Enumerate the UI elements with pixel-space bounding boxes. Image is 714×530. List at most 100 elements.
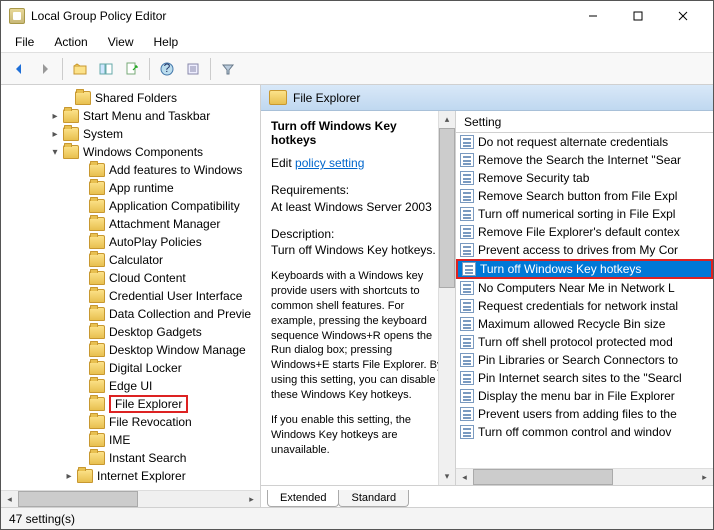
expand-icon[interactable]: ▸ [63,470,75,482]
tree-item[interactable]: File Revocation [3,413,258,431]
tree-item[interactable]: Data Collection and Previe [3,305,258,323]
tree-item[interactable]: ▸System [3,125,258,143]
setting-row[interactable]: Turn off numerical sorting in File Expl [456,205,713,223]
setting-row[interactable]: Pin Internet search sites to the "Searcl [456,369,713,387]
tree-item-label: AutoPlay Policies [109,235,202,249]
edit-policy-link[interactable]: policy setting [295,156,364,170]
tree-item[interactable]: Credential User Interface [3,287,258,305]
tree-item[interactable]: Shared Folders [3,89,258,107]
tree-item[interactable]: Application Compatibility [3,197,258,215]
expand-icon[interactable] [75,452,87,464]
expand-icon[interactable] [75,164,87,176]
list-horizontal-scrollbar[interactable]: ◂ ▸ [456,468,713,485]
tree-item[interactable]: App runtime [3,179,258,197]
expand-icon[interactable] [75,236,87,248]
tree-item[interactable]: Instant Search [3,449,258,467]
back-button[interactable] [7,57,31,81]
setting-row[interactable]: Remove File Explorer's default contex [456,223,713,241]
expand-icon[interactable] [75,272,87,284]
tree-pane[interactable]: Shared Folders▸Start Menu and Taskbar▸Sy… [1,85,261,507]
scroll-left-icon[interactable]: ◂ [1,491,18,507]
forward-button[interactable] [33,57,57,81]
expand-icon[interactable] [75,182,87,194]
tree-item[interactable]: Add features to Windows [3,161,258,179]
menu-view[interactable]: View [100,33,142,51]
tree-item[interactable]: ▸Start Menu and Taskbar [3,107,258,125]
setting-row[interactable]: Remove Search button from File Expl [456,187,713,205]
svg-text:?: ? [164,61,171,75]
tree-item[interactable]: File Explorer [3,395,258,413]
scroll-right-icon[interactable]: ▸ [243,491,260,507]
properties-button[interactable] [181,57,205,81]
expand-icon[interactable] [75,416,87,428]
expand-icon[interactable] [75,434,87,446]
setting-row[interactable]: Maximum allowed Recycle Bin size [456,315,713,333]
tree-item[interactable]: Calculator [3,251,258,269]
menu-file[interactable]: File [7,33,42,51]
scroll-thumb[interactable] [439,128,455,288]
setting-row[interactable]: Turn off common control and windov [456,423,713,441]
tree-item[interactable]: ▾Windows Components [3,143,258,161]
setting-row[interactable]: Turn off shell protocol protected mod [456,333,713,351]
folder-icon [63,109,79,123]
folder-up-button[interactable] [68,57,92,81]
export-list-button[interactable] [120,57,144,81]
expand-icon[interactable] [75,326,87,338]
titlebar: Local Group Policy Editor [1,1,713,31]
expand-icon[interactable] [75,362,87,374]
menu-help[interactable]: Help [146,33,187,51]
tree-item[interactable]: AutoPlay Policies [3,233,258,251]
expand-icon[interactable] [61,92,73,104]
setting-row[interactable]: Request credentials for network instal [456,297,713,315]
tab-extended[interactable]: Extended [267,490,339,507]
maximize-button[interactable] [615,2,660,31]
expand-icon[interactable] [75,398,87,410]
tree-item[interactable]: Attachment Manager [3,215,258,233]
expand-icon[interactable] [75,380,87,392]
setting-label: Remove the Search the Internet "Sear [478,153,681,167]
tree-item[interactable]: ▸Internet Explorer [3,467,258,485]
setting-row[interactable]: Pin Libraries or Search Connectors to [456,351,713,369]
tree-horizontal-scrollbar[interactable]: ◂ ▸ [1,490,260,507]
close-button[interactable] [660,2,705,31]
tree-item[interactable]: IME [3,431,258,449]
help-button[interactable]: ? [155,57,179,81]
tree-item-label: Cloud Content [109,271,186,285]
tree-item-label: Instant Search [109,451,186,465]
expand-icon[interactable] [75,200,87,212]
setting-row[interactable]: Remove the Search the Internet "Sear [456,151,713,169]
scroll-up-icon[interactable]: ▴ [439,111,455,128]
setting-row[interactable]: Turn off Windows Key hotkeys [456,259,713,279]
expand-icon[interactable]: ▾ [49,146,61,158]
setting-row[interactable]: Do not request alternate credentials [456,133,713,151]
expand-icon[interactable] [75,218,87,230]
tab-standard[interactable]: Standard [338,490,409,507]
description-scrollbar[interactable]: ▴ ▾ [438,111,455,485]
settings-column-header[interactable]: Setting [456,111,713,133]
setting-row[interactable]: Remove Security tab [456,169,713,187]
expand-icon[interactable]: ▸ [49,110,61,122]
setting-row[interactable]: Display the menu bar in File Explorer [456,387,713,405]
expand-icon[interactable] [75,308,87,320]
expand-icon[interactable] [75,290,87,302]
setting-row[interactable]: Prevent users from adding files to the [456,405,713,423]
tree-item[interactable]: Desktop Gadgets [3,323,258,341]
scroll-thumb[interactable] [473,469,613,485]
tree-item[interactable]: Digital Locker [3,359,258,377]
setting-row[interactable]: Prevent access to drives from My Cor [456,241,713,259]
scroll-thumb[interactable] [18,491,138,507]
scroll-down-icon[interactable]: ▾ [439,468,455,485]
minimize-button[interactable] [570,2,615,31]
tree-item[interactable]: Desktop Window Manage [3,341,258,359]
expand-icon[interactable] [75,344,87,356]
expand-icon[interactable] [75,254,87,266]
filter-button[interactable] [216,57,240,81]
setting-row[interactable]: No Computers Near Me in Network L [456,279,713,297]
menu-action[interactable]: Action [46,33,95,51]
tree-item[interactable]: Cloud Content [3,269,258,287]
tree-item[interactable]: Edge UI [3,377,258,395]
expand-icon[interactable]: ▸ [49,128,61,140]
show-hide-tree-button[interactable] [94,57,118,81]
scroll-left-icon[interactable]: ◂ [456,469,473,485]
scroll-right-icon[interactable]: ▸ [696,469,713,485]
